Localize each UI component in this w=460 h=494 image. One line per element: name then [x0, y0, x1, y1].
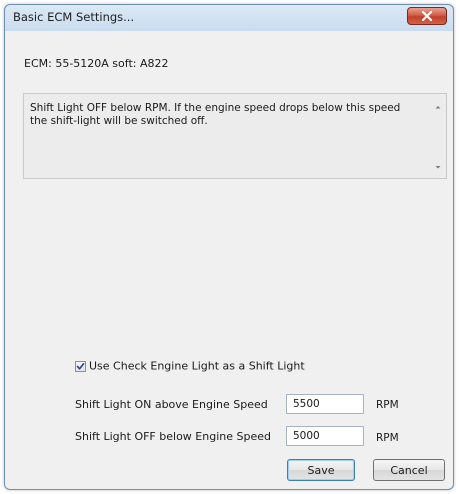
- cancel-button[interactable]: Cancel: [373, 459, 445, 481]
- dialog-content: ECM: 55-5120A soft: A822 Shift Light OFF…: [11, 31, 447, 481]
- shift-off-label: Shift Light OFF below Engine Speed: [75, 430, 271, 443]
- dialog-window: Basic ECM Settings... ECM: 55-5120A soft…: [4, 4, 454, 490]
- close-icon: [421, 11, 433, 21]
- check-icon: [76, 362, 85, 370]
- title-bar[interactable]: Basic ECM Settings...: [5, 5, 453, 29]
- window-title: Basic ECM Settings...: [13, 10, 135, 24]
- description-text: Shift Light OFF below RPM. If the engine…: [30, 102, 401, 127]
- shift-on-label: Shift Light ON above Engine Speed: [75, 398, 268, 411]
- close-button[interactable]: [407, 7, 447, 25]
- shift-light-checkbox[interactable]: [75, 360, 86, 372]
- shift-on-unit: RPM: [376, 399, 399, 411]
- checkbox-label: Use Check Engine Light as a Shift Light: [89, 359, 305, 373]
- shift-off-unit: RPM: [376, 432, 399, 444]
- scroll-down-icon[interactable]: [433, 162, 443, 172]
- save-button[interactable]: Save: [287, 459, 355, 481]
- shift-on-rpm-input[interactable]: [286, 394, 364, 414]
- shift-off-rpm-input[interactable]: [286, 426, 364, 446]
- shift-light-checkbox-row[interactable]: Use Check Engine Light as a Shift Light: [75, 359, 305, 373]
- scroll-up-icon[interactable]: [433, 102, 443, 112]
- description-box[interactable]: Shift Light OFF below RPM. If the engine…: [23, 93, 447, 179]
- ecm-info-label: ECM: 55-5120A soft: A822: [24, 57, 169, 70]
